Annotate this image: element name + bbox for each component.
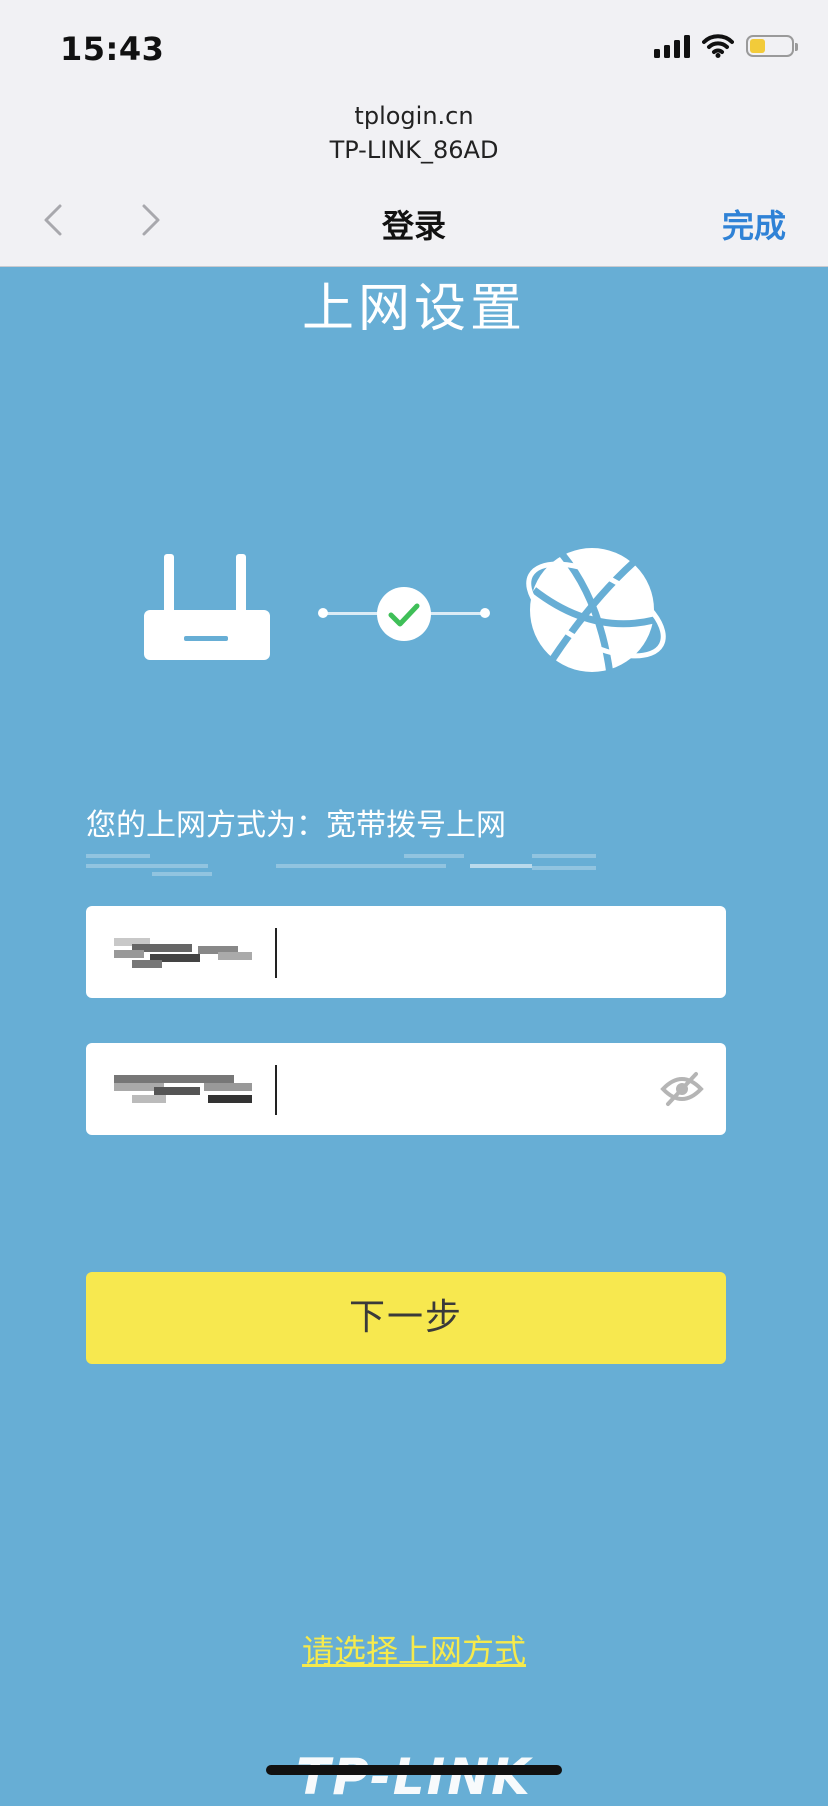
- next-step-button[interactable]: 下一步: [86, 1272, 726, 1364]
- browser-header: 15:43 tplogin.cn TP-LINK_86AD 登录 完成: [0, 0, 828, 267]
- text-caret: [275, 928, 277, 978]
- check-icon: [377, 587, 431, 641]
- status-time: 15:43: [60, 30, 165, 68]
- connection-diagram: [0, 540, 828, 680]
- battery-level: [750, 39, 765, 53]
- status-icons: [654, 34, 798, 58]
- router-icon: [144, 554, 270, 660]
- eye-off-icon[interactable]: [660, 1071, 704, 1107]
- password-field[interactable]: [86, 1043, 726, 1135]
- text-caret: [275, 1065, 277, 1115]
- battery-icon: [746, 35, 798, 57]
- sheet-title: 登录: [381, 207, 446, 245]
- username-field[interactable]: [86, 906, 726, 998]
- globe-icon: [526, 548, 666, 675]
- redacted-info: [86, 852, 596, 878]
- done-button[interactable]: 完成: [722, 201, 786, 247]
- password-input[interactable]: [282, 1063, 646, 1117]
- home-indicator[interactable]: [266, 1765, 562, 1775]
- cellular-signal-icon: [654, 34, 690, 58]
- username-input[interactable]: [282, 926, 646, 980]
- network-name: TP-LINK_86AD: [329, 136, 499, 164]
- wifi-icon: [702, 34, 734, 58]
- page-domain: tplogin.cn: [354, 102, 474, 130]
- password-label-redacted: [114, 1073, 252, 1105]
- brand-logo: TP-LINK: [296, 1748, 532, 1806]
- select-connection-mode-link[interactable]: 请选择上网方式: [0, 1626, 828, 1672]
- page-title: 上网设置: [301, 279, 526, 339]
- username-label-redacted: [114, 936, 252, 968]
- connection-dot: [480, 608, 490, 618]
- connection-mode-text: 您的上网方式为：宽带拨号上网: [86, 808, 506, 843]
- connection-dot: [318, 608, 328, 618]
